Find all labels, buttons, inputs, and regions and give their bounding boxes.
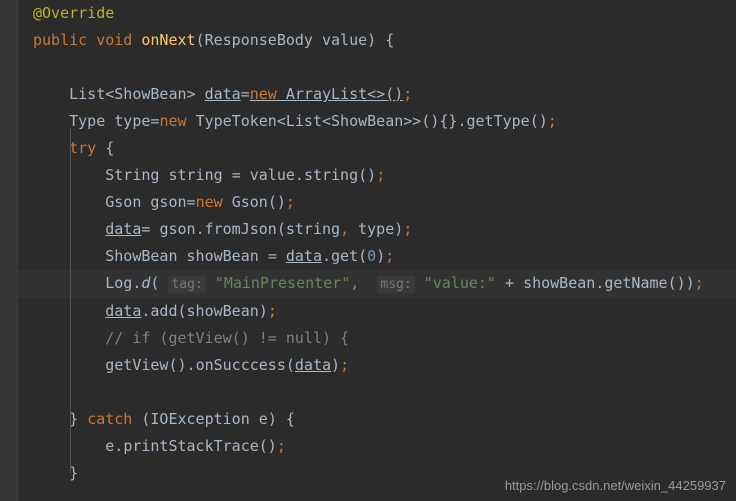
type: Type	[69, 112, 105, 130]
variable: data	[295, 356, 331, 374]
variable: data	[286, 247, 322, 265]
type: Log	[105, 274, 132, 292]
type: IOException	[150, 410, 249, 428]
variable: e	[105, 437, 114, 455]
code-line	[0, 54, 736, 81]
code-line: @Override	[0, 0, 736, 27]
variable: string	[168, 166, 222, 184]
string-literal: "value:"	[424, 274, 496, 292]
method-call: getView	[105, 356, 168, 374]
variable: data	[105, 302, 141, 320]
type: Gson	[105, 193, 141, 211]
code-line: data.add(showBean);	[0, 298, 736, 325]
string-literal: "MainPresenter"	[215, 274, 350, 292]
annotation: @Override	[33, 4, 114, 22]
type: List	[286, 112, 322, 130]
code-line: String string = value.string();	[0, 162, 736, 189]
variable: data	[105, 220, 141, 238]
variable: gson	[159, 220, 195, 238]
type: Gson	[232, 193, 268, 211]
param-hint-tag: tag:	[168, 276, 205, 293]
code-line: e.printStackTrace();	[0, 433, 736, 460]
code-line-current: Log.d( tag: "MainPresenter", msg: "value…	[0, 270, 736, 298]
code-line: // if (getView() != null) {	[0, 325, 736, 352]
keyword-new: new	[196, 193, 223, 211]
code-line: } catch (IOException e) {	[0, 406, 736, 433]
type: ShowBean	[114, 85, 186, 103]
watermark-text: https://blog.csdn.net/weixin_44259937	[505, 478, 726, 493]
variable: value	[250, 166, 295, 184]
keyword-catch: catch	[87, 410, 132, 428]
method-call: get	[331, 247, 358, 265]
type: ShowBean	[331, 112, 403, 130]
keyword-public: public	[33, 31, 87, 49]
code-line: getView().onSucccess(data);	[0, 352, 736, 379]
code-editor[interactable]: @Override public void onNext(ResponseBod…	[0, 0, 736, 487]
keyword-void: void	[96, 31, 132, 49]
type: ArrayList	[286, 85, 367, 103]
variable: data	[205, 85, 241, 103]
method-call: fromJson	[205, 220, 277, 238]
number-literal: 0	[367, 247, 376, 265]
fold-indicator-line	[70, 128, 71, 473]
comment: // if (getView() != null) {	[105, 329, 349, 347]
keyword-try: try	[69, 139, 96, 157]
code-line: List<ShowBean> data=new ArrayList<>();	[0, 81, 736, 108]
param: value	[322, 31, 367, 49]
code-line	[0, 379, 736, 406]
variable: e	[259, 410, 268, 428]
variable: showBean	[187, 247, 259, 265]
code-line: data= gson.fromJson(string, type);	[0, 216, 736, 243]
variable: type	[358, 220, 394, 238]
code-line: Gson gson=new Gson();	[0, 189, 736, 216]
method-call: string	[304, 166, 358, 184]
method-call: getType	[467, 112, 530, 130]
type: ResponseBody	[205, 31, 313, 49]
editor-gutter	[0, 0, 18, 501]
variable: type	[114, 112, 150, 130]
method-call: onSucccess	[196, 356, 286, 374]
variable: gson	[150, 193, 186, 211]
method-name: onNext	[141, 31, 195, 49]
variable: string	[286, 220, 340, 238]
type: String	[105, 166, 159, 184]
keyword-new: new	[159, 112, 186, 130]
param-hint-msg: msg:	[377, 276, 414, 293]
keyword-new: new	[250, 85, 277, 103]
type: TypeToken	[196, 112, 277, 130]
variable: showBean	[523, 274, 595, 292]
code-line: ShowBean showBean = data.get(0);	[0, 243, 736, 270]
variable: showBean	[187, 302, 259, 320]
type: ShowBean	[105, 247, 177, 265]
method-call: printStackTrace	[123, 437, 258, 455]
method-call: getName	[604, 274, 667, 292]
code-line: Type type=new TypeToken<List<ShowBean>>(…	[0, 108, 736, 135]
code-line: public void onNext(ResponseBody value) {	[0, 27, 736, 54]
type: List	[69, 85, 105, 103]
method-call: add	[150, 302, 177, 320]
code-line: try {	[0, 135, 736, 162]
